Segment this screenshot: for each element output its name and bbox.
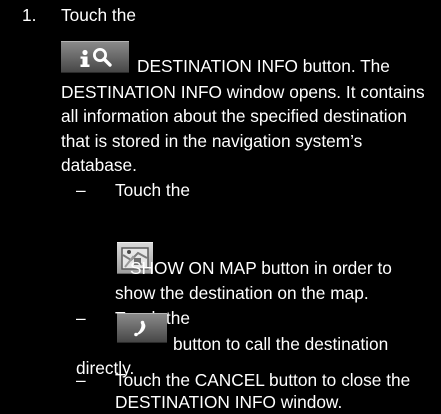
substep-text: DESTINATION INFO window.	[115, 392, 343, 412]
step-text-line: DESTINATION INFO window opens. It contai…	[61, 82, 425, 102]
call-button[interactable]	[117, 313, 167, 343]
step-text-line: that is stored in the navigation system’…	[61, 131, 363, 151]
substep-text: show the destination on the map.	[115, 283, 369, 303]
list-dash: –	[76, 308, 86, 328]
step-number: 1.	[22, 5, 37, 25]
substep-text: Touch the	[115, 180, 190, 200]
info-magnifier-icon	[80, 48, 112, 67]
step-text-line: DESTINATION INFO button. The	[137, 56, 390, 76]
list-dash: –	[76, 180, 86, 200]
phone-icon	[134, 320, 146, 337]
substep-text: Touch the CANCEL button to close the	[115, 370, 411, 390]
step-text-line: database.	[61, 155, 137, 175]
list-dash: –	[76, 370, 86, 390]
substep-text: SHOW ON MAP button in order to	[130, 258, 392, 278]
destination-info-button[interactable]	[61, 41, 129, 73]
step-text-line: Touch the	[61, 5, 136, 25]
step-text-line: all information about the specified dest…	[61, 106, 407, 126]
substep-text: button to call the destination	[173, 334, 389, 354]
